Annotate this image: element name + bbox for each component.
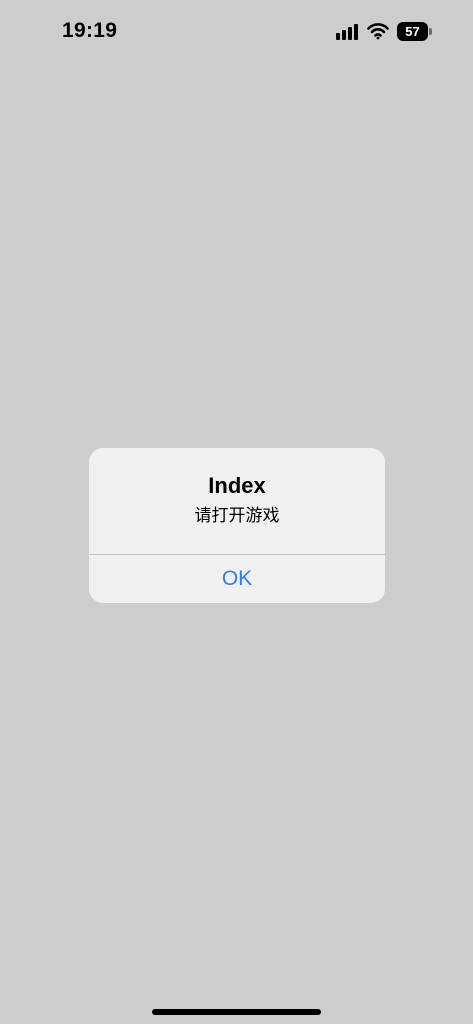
alert-title: Index bbox=[208, 473, 266, 498]
alert-message: 请打开游戏 bbox=[194, 506, 280, 525]
battery-level: 57 bbox=[405, 24, 420, 39]
wifi-icon bbox=[367, 23, 389, 40]
battery-icon: 57 bbox=[397, 22, 433, 41]
battery-cap bbox=[429, 28, 432, 35]
alert-dialog: Index 请打开游戏 OK bbox=[89, 448, 385, 603]
signal-icon bbox=[336, 24, 358, 40]
ok-button[interactable]: OK bbox=[89, 555, 385, 603]
status-time: 19:19 bbox=[62, 19, 118, 42]
home-indicator[interactable] bbox=[152, 1009, 321, 1015]
status-bar: 19:19 57 bbox=[0, 0, 473, 64]
